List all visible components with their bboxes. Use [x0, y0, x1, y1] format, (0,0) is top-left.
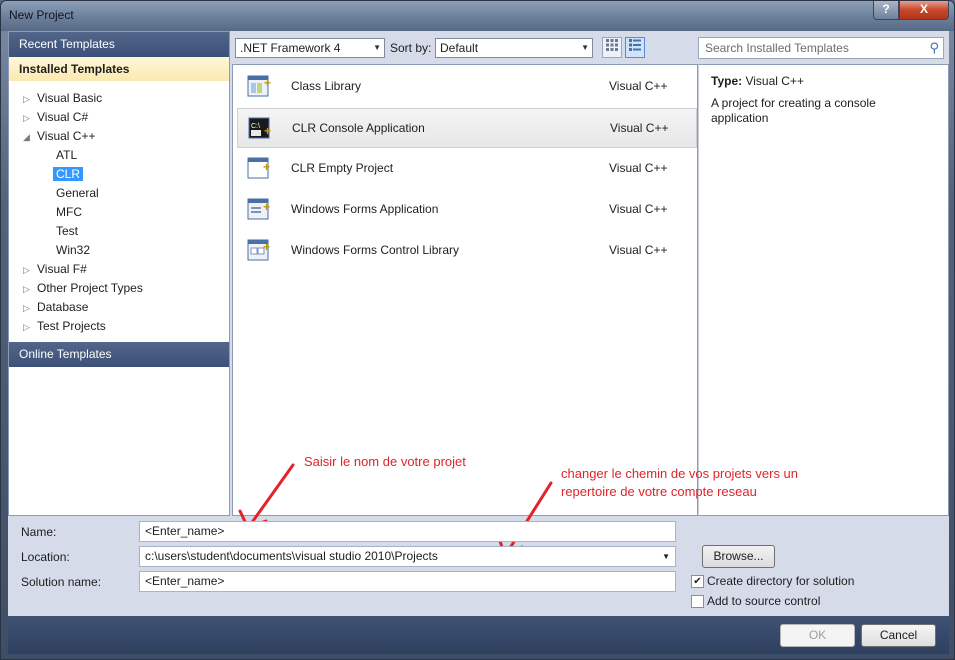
expand-arrow-icon[interactable]: ▷	[23, 90, 37, 108]
template-categories-panel: Recent Templates Installed Templates ▷ Vi…	[8, 31, 230, 516]
expand-arrow-icon[interactable]: ▷	[23, 318, 37, 336]
template-row-clr-empty-project[interactable]: + CLR Empty Project Visual C++	[237, 149, 697, 189]
installed-templates-header[interactable]: Installed Templates	[9, 57, 229, 81]
template-details-panel: Type: Visual C++ A project for creating …	[698, 64, 949, 516]
tree-item-clr[interactable]: CLR	[53, 165, 84, 183]
tree-item-win32[interactable]: Win32	[56, 241, 90, 259]
template-row-class-library[interactable]: + Class Library Visual C++	[237, 67, 697, 107]
template-row-windows-forms-control-library[interactable]: + Windows Forms Control Library Visual C…	[237, 231, 697, 271]
sort-dropdown[interactable]: Default ▼	[435, 38, 593, 58]
name-label: Name:	[21, 525, 57, 539]
svg-text:+: +	[264, 124, 271, 138]
source-control-checkbox[interactable]	[691, 595, 704, 608]
name-input[interactable]: <Enter_name>	[139, 521, 676, 542]
dialog-body: Recent Templates Installed Templates ▷ Vi…	[8, 31, 949, 654]
online-templates-header[interactable]: Online Templates	[9, 342, 229, 367]
framework-dropdown[interactable]: .NET Framework 4 ▼	[235, 38, 385, 58]
tree-item-test-projects[interactable]: ▷ Test Projects	[23, 317, 106, 335]
templates-list: + Class Library Visual C++ C:\ + CLR Cons…	[232, 64, 698, 516]
annotation-location-hint: changer le chemin de vos projets vers un…	[561, 466, 799, 499]
svg-text:+: +	[263, 160, 270, 174]
expand-arrow-icon[interactable]: ▷	[23, 299, 37, 317]
tree-item-visual-csharp[interactable]: ▷ Visual C#	[23, 108, 88, 126]
tree-item-other-project-types[interactable]: ▷ Other Project Types	[23, 279, 143, 297]
expand-arrow-icon[interactable]: ▷	[23, 280, 37, 298]
annotation-name-hint: Saisir le nom de votre projet	[304, 454, 466, 469]
svg-text:+: +	[263, 240, 270, 254]
dropdown-arrow-icon[interactable]: ▼	[662, 547, 670, 566]
template-toolbar: .NET Framework 4 ▼ Sort by: Default ▼ Sear…	[234, 36, 950, 60]
dialog-button-bar: OK Cancel	[8, 616, 949, 654]
expand-arrow-icon[interactable]: ▷	[23, 261, 37, 279]
tree-item-visual-fsharp[interactable]: ▷ Visual F#	[23, 260, 87, 278]
template-row-windows-forms-application[interactable]: + Windows Forms Application Visual C++	[237, 190, 697, 230]
tree-item-atl[interactable]: ATL	[56, 146, 77, 164]
tree-item-mfc[interactable]: MFC	[56, 203, 82, 221]
class-library-icon: +	[247, 75, 271, 97]
list-view-icon	[629, 39, 641, 51]
tree-item-visual-cpp[interactable]: ◢ Visual C++	[23, 127, 95, 145]
new-project-dialog: New Project ? X Recent Templates Install…	[0, 0, 955, 660]
sort-by-label: Sort by:	[390, 41, 432, 55]
tree-item-general[interactable]: General	[56, 184, 99, 202]
small-icons-view-button[interactable]	[602, 37, 622, 58]
close-button[interactable]: X	[899, 1, 949, 20]
collapse-arrow-icon[interactable]: ◢	[23, 128, 37, 146]
template-description: A project for creating a console applica…	[711, 96, 876, 125]
dropdown-arrow-icon: ▼	[581, 43, 589, 52]
recent-templates-header[interactable]: Recent Templates	[9, 32, 229, 57]
help-button[interactable]: ?	[873, 1, 899, 20]
control-library-icon: +	[247, 239, 270, 261]
tree-item-database[interactable]: ▷ Database	[23, 298, 88, 316]
search-templates-input[interactable]: Search Installed Templates ⚲	[698, 37, 944, 59]
solution-name-input[interactable]: <Enter_name>	[139, 571, 676, 592]
expand-arrow-icon[interactable]: ▷	[23, 109, 37, 127]
tree-item-test[interactable]: Test	[56, 222, 78, 240]
console-app-icon: C:\ +	[248, 117, 271, 139]
left-panel-empty-area	[9, 367, 229, 515]
tree-item-visual-basic[interactable]: ▷ Visual Basic	[23, 89, 102, 107]
cancel-button[interactable]: Cancel	[861, 624, 936, 647]
location-label: Location:	[21, 550, 70, 564]
ok-button[interactable]: OK	[780, 624, 855, 647]
grid-view-icon	[606, 39, 618, 51]
forms-app-icon: +	[247, 198, 270, 220]
create-directory-checkbox[interactable]: ✔	[691, 575, 704, 588]
solution-name-label: Solution name:	[21, 575, 102, 589]
empty-project-icon: +	[247, 157, 270, 179]
svg-text:+: +	[264, 76, 271, 90]
medium-icons-view-button[interactable]	[625, 37, 645, 58]
svg-text:C:\: C:\	[251, 123, 260, 130]
template-row-clr-console-application[interactable]: C:\ + CLR Console Application Visual C++	[237, 108, 697, 148]
dropdown-arrow-icon: ▼	[373, 43, 381, 52]
svg-text:+: +	[263, 200, 270, 214]
search-icon[interactable]: ⚲	[929, 38, 939, 58]
window-title: New Project	[9, 8, 74, 22]
location-combo[interactable]: c:\users\student\documents\visual studio…	[139, 546, 676, 567]
browse-button[interactable]: Browse...	[702, 545, 775, 568]
title-bar[interactable]: New Project ? X	[1, 1, 954, 31]
template-type: Type: Visual C++	[711, 74, 804, 88]
